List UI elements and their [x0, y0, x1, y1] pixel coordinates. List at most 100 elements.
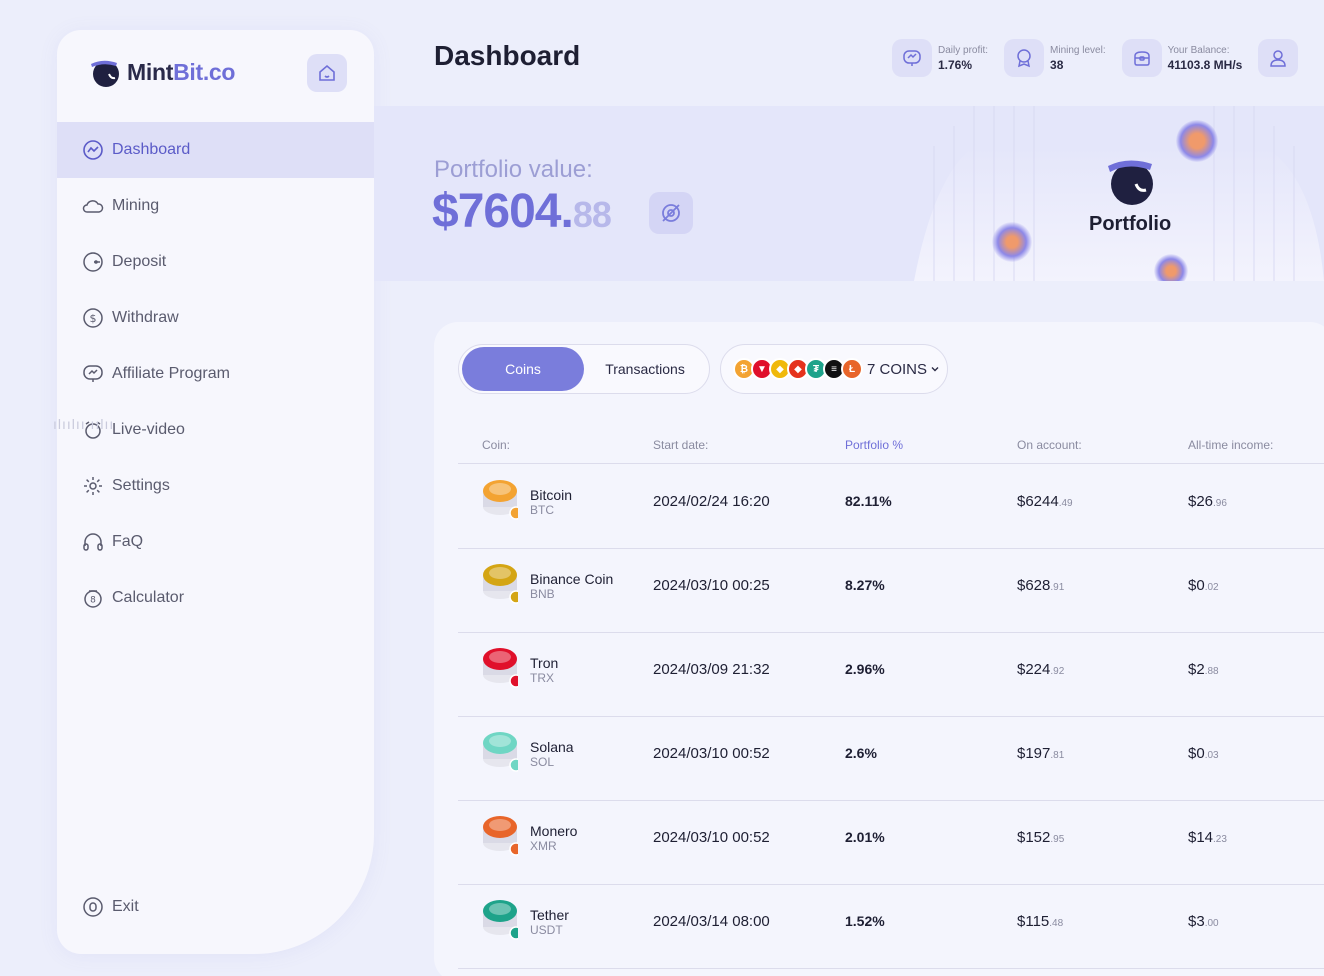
sidebar-item-label: Dashboard: [112, 141, 191, 158]
income-main: $0: [1188, 577, 1205, 594]
start-date-cell: 2024/03/09 21:32: [653, 661, 770, 678]
coins-card: Coins Transactions ₿ ▼ ◆ ◆ ₮ ≡ Ł 7 COINS…: [434, 322, 1324, 976]
on-account-cell: $6244.49: [1017, 493, 1073, 510]
exit-label: Exit: [112, 898, 139, 915]
sidebar-item-label: Affiliate Program: [112, 365, 230, 382]
table-header: Coin: Start date: Portfolio % On account…: [458, 434, 1324, 464]
table-row[interactable]: Monero XMR 2024/03/10 00:52 2.01% $152.95 $14…: [458, 801, 1324, 885]
hide-balance-button[interactable]: [649, 192, 693, 234]
coin-symbol: BNB: [530, 587, 555, 601]
table-row[interactable]: Tether USDT 2024/03/14 08:00 1.52% $115.48 $3…: [458, 885, 1324, 969]
eye-off-icon: [662, 204, 680, 222]
income-main: $0: [1188, 745, 1205, 762]
sidebar-item-label: Live-video: [112, 421, 185, 438]
coin-icon-stack: ₿ ▼ ◆ ◆ ₮ ≡ Ł: [733, 358, 863, 380]
coin-icon: [483, 816, 518, 856]
coins-count-label: 7 COINS: [867, 360, 928, 378]
user-profile-button[interactable]: [1258, 39, 1299, 77]
coin-name: Monero: [530, 823, 578, 839]
chart-circle-icon: [83, 140, 103, 160]
income-cell: $0.03: [1188, 745, 1219, 762]
portfolio-value-label: Portfolio value:: [434, 156, 593, 183]
sidebar-item-label: Withdraw: [112, 309, 179, 326]
sidebar-item-affiliate[interactable]: Affiliate Program: [57, 346, 374, 402]
sidebar-item-calculator[interactable]: 8 Calculator: [57, 570, 374, 626]
portfolio-pct-cell: 1.52%: [845, 913, 885, 929]
table-row[interactable]: Tron TRX 2024/03/09 21:32 2.96% $224.92 $2.88: [458, 633, 1324, 717]
coins-filter-dropdown[interactable]: ₿ ▼ ◆ ◆ ₮ ≡ Ł 7 COINS: [720, 344, 948, 394]
income-cell: $26.96: [1188, 493, 1227, 510]
sidebar-item-live-video[interactable]: ılıılıı ıılıı Live-video: [53, 402, 374, 458]
coin-name: Tron: [530, 655, 559, 671]
stat-balance: Your Balance: 41103.8 MH/s: [1121, 39, 1242, 77]
headphones-icon: [83, 533, 103, 551]
wallet-icon: [83, 252, 103, 272]
column-header-coin: Coin:: [482, 438, 511, 452]
orb-decoration: [1154, 254, 1188, 281]
brand-name-part1: Mint: [127, 58, 174, 85]
coin-symbol: SOL: [530, 755, 555, 769]
on-account-cents: .91: [1050, 582, 1065, 593]
coin-name: Binance Coin: [530, 571, 614, 587]
table-row[interactable]: Bitcoin BTC 2024/02/24 16:20 82.11% $6244.49…: [458, 465, 1324, 549]
sidebar-item-withdraw[interactable]: $ Withdraw: [57, 290, 374, 346]
income-cell: $14.23: [1188, 829, 1227, 846]
on-account-cents: .81: [1050, 750, 1065, 761]
income-cell: $3.00: [1188, 913, 1219, 930]
brand-logo[interactable]: MintBit.co: [89, 56, 235, 88]
stat-icon-box: [892, 39, 932, 77]
coin-symbol: USDT: [530, 923, 563, 937]
on-account-cents: .48: [1049, 918, 1064, 929]
coin-icon: [483, 900, 518, 940]
table-row[interactable]: Solana SOL 2024/03/10 00:52 2.6% $197.81 $0.0…: [458, 717, 1324, 801]
start-date-cell: 2024/03/10 00:52: [653, 829, 770, 846]
cloud-icon: [82, 200, 104, 213]
income-cell: $2.88: [1188, 661, 1219, 678]
income-cell: $0.02: [1188, 577, 1219, 594]
sidebar-item-label: Settings: [112, 477, 170, 494]
sound-wave-decoration: ılıılıı ıılıı: [53, 416, 115, 432]
bag-icon: [1133, 51, 1150, 66]
on-account-cents: .95: [1050, 834, 1065, 845]
on-account-main: $6244: [1017, 493, 1059, 510]
sidebar-item-faq[interactable]: FaQ: [57, 514, 374, 570]
coin-icon: [483, 480, 518, 520]
portfolio-value: $7604.88: [432, 184, 612, 239]
coin-symbol: XMR: [530, 839, 557, 853]
stat-label: Your Balance:: [1167, 45, 1230, 56]
monitor-chart-icon: [903, 50, 921, 66]
coin-icon: [483, 732, 518, 772]
home-icon: [319, 64, 335, 81]
home-button[interactable]: [307, 54, 347, 92]
start-date-cell: 2024/03/10 00:52: [653, 745, 770, 762]
stat-value: 38: [1050, 58, 1064, 72]
medal-icon: [1017, 49, 1031, 68]
sidebar-item-deposit[interactable]: Deposit: [57, 234, 374, 290]
portfolio-pct-cell: 2.96%: [845, 661, 885, 677]
tab-transactions[interactable]: Transactions: [584, 347, 706, 391]
sidebar-item-settings[interactable]: Settings: [57, 458, 374, 514]
stat-mining-level: Mining level: 38: [1004, 39, 1106, 77]
column-header-all-time-income: All-time income:: [1188, 438, 1274, 452]
stat-label: Daily profit:: [938, 45, 989, 56]
income-main: $3: [1188, 913, 1205, 930]
table-row[interactable]: Binance Coin BNB 2024/03/10 00:25 8.27% $628…: [458, 549, 1324, 633]
portfolio-pct-cell: 2.01%: [845, 829, 885, 845]
calculator-icon: 8: [84, 590, 102, 608]
on-account-main: $152: [1017, 829, 1051, 846]
coin-name: Bitcoin: [530, 487, 573, 503]
on-account-cell: $152.95: [1017, 829, 1064, 846]
sidebar-item-dashboard[interactable]: Dashboard: [57, 122, 374, 178]
income-main: $26: [1188, 493, 1214, 510]
tab-coins[interactable]: Coins: [462, 347, 584, 391]
on-account-cell: $115.48: [1017, 913, 1063, 930]
on-account-cell: $224.92: [1017, 661, 1064, 678]
sidebar-item-label: Calculator: [112, 589, 185, 606]
stat-label: Mining level:: [1050, 45, 1106, 56]
stat-value: 1.76%: [938, 58, 973, 72]
income-cents: .96: [1213, 498, 1227, 509]
exit-button[interactable]: Exit: [82, 896, 139, 918]
portfolio-brand-label: Portfolio: [1089, 213, 1172, 235]
sidebar-item-mining[interactable]: Mining: [57, 178, 374, 234]
stat-icon-box: [1004, 39, 1045, 77]
